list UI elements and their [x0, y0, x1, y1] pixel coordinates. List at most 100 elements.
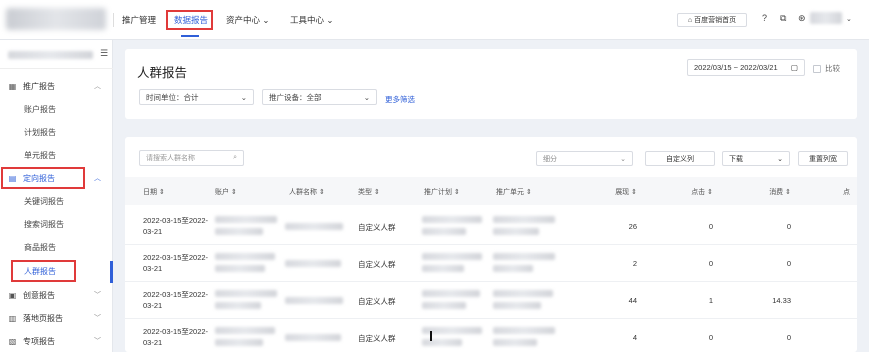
- chevron-down-icon: ﹀: [94, 338, 101, 345]
- cell-ad-group: [493, 265, 533, 272]
- column-resize-handle[interactable]: [430, 331, 432, 341]
- cell-account: [215, 253, 275, 260]
- sidebar-group-label: 推广报告: [23, 81, 55, 91]
- chevron-down-icon: ⌄: [620, 155, 626, 163]
- sidebar-item-account-report[interactable]: 账户报告: [24, 104, 56, 115]
- cell-ad-group: [493, 302, 541, 309]
- col-clicks[interactable]: 点击 ⇕: [687, 187, 713, 197]
- highlight-box: [1, 167, 85, 189]
- checkbox-icon: [813, 64, 821, 73]
- highlight-box: [166, 10, 213, 30]
- more-filters-link[interactable]: 更多筛选: [385, 94, 415, 105]
- nav-promotion-management[interactable]: 推广管理: [122, 14, 156, 26]
- search-input[interactable]: 请搜索人群名称 ⌕: [139, 150, 244, 166]
- col-ad-group[interactable]: 推广单元 ⇕: [496, 187, 532, 197]
- menu-collapse-icon[interactable]: ☰: [100, 48, 108, 59]
- cell-audience-name: [285, 297, 343, 304]
- sidebar-group-promotion-report[interactable]: ▦ 推广报告 ︿: [0, 78, 113, 94]
- cell-campaign: [422, 216, 482, 223]
- chevron-down-icon: ﹀: [94, 315, 101, 322]
- col-cost[interactable]: 消费 ⇕: [765, 187, 791, 197]
- cell-ad-group: [493, 327, 555, 334]
- search-placeholder: 请搜索人群名称: [146, 155, 195, 162]
- sidebar-item-unit-report[interactable]: 单元报告: [24, 150, 56, 161]
- nav-asset-center[interactable]: 资产中心 ⌄: [226, 14, 270, 26]
- active-indicator: [110, 261, 113, 283]
- select-value: 时间单位：合计: [146, 92, 199, 102]
- account-name: [8, 51, 93, 59]
- user-icon[interactable]: ⊛: [798, 13, 806, 24]
- time-unit-select[interactable]: 时间单位：合计 ⌄: [139, 89, 254, 105]
- cell-audience-name: [285, 260, 341, 267]
- cell-ad-group: [493, 216, 555, 223]
- cell-campaign: [422, 302, 466, 309]
- cell-campaign: [422, 339, 462, 346]
- col-campaign[interactable]: 推广计划 ⇕: [424, 187, 460, 197]
- sidebar-group-label: 落地页报告: [23, 313, 63, 323]
- special-icon: ▧: [8, 336, 17, 346]
- creative-icon: ▣: [8, 290, 17, 300]
- col-date[interactable]: 日期 ⇕: [143, 187, 165, 197]
- table-row[interactable]: 2022-03-15至2022- 03-21 自定义人群 44 1 14.33: [125, 282, 857, 319]
- col-impressions[interactable]: 展现 ⇕: [611, 187, 637, 197]
- help-icon[interactable]: ?: [762, 13, 767, 23]
- cell-cost: 14.33: [772, 296, 791, 305]
- cell-ad-group: [493, 253, 555, 260]
- sidebar-group-creative-report[interactable]: ▣ 创意报告 ﹀: [0, 287, 113, 303]
- sidebar-item-keyword-report[interactable]: 关键词报告: [24, 196, 64, 207]
- download-label: 下载: [729, 155, 743, 163]
- filter-panel: 人群报告 2022/03/15 ~ 2022/03/21 ▢ 比较 时间单位：合…: [125, 49, 857, 119]
- cell-campaign: [422, 290, 480, 297]
- select-value: 细分: [543, 155, 557, 163]
- sidebar-item-product-report[interactable]: 商品报告: [24, 242, 56, 253]
- sidebar: ☰ ▦ 推广报告 ︿ 账户报告 计划报告 单元报告 ▤ 定向报告 ︿ 关键词报告…: [0, 40, 113, 352]
- chevron-up-icon: ︿: [94, 175, 101, 182]
- table-row[interactable]: 2022-03-15至2022- 03-21 自定义人群 4 0 0: [125, 319, 857, 352]
- download-dropdown[interactable]: 下载 ⌄: [722, 151, 790, 166]
- device-select[interactable]: 推广设备：全部 ⌄: [262, 89, 377, 105]
- copy-icon[interactable]: ⧉: [780, 13, 786, 24]
- cell-audience-name: [285, 334, 341, 341]
- table-row[interactable]: 2022-03-15至2022- 03-21 自定义人群 26 0 0: [125, 208, 857, 245]
- cell-type: 自定义人群: [358, 260, 396, 269]
- cell-date: 2022-03-15至2022- 03-21: [143, 253, 209, 273]
- sidebar-group-label: 专项报告: [23, 336, 55, 346]
- cell-impressions: 2: [632, 259, 637, 268]
- home-button[interactable]: ⌂ 百度营销首页: [677, 13, 747, 27]
- sidebar-item-search-term-report[interactable]: 搜索词报告: [24, 219, 64, 230]
- cell-account: [215, 302, 261, 309]
- col-more[interactable]: 点: [843, 187, 850, 197]
- cell-clicks: 1: [708, 296, 713, 305]
- reset-column-width-button[interactable]: 重置列宽: [798, 151, 848, 166]
- cell-audience-name: [285, 223, 343, 230]
- sidebar-item-plan-report[interactable]: 计划报告: [24, 127, 56, 138]
- cell-ad-group: [493, 290, 553, 297]
- search-icon: ⌕: [233, 154, 237, 161]
- logo[interactable]: [6, 8, 106, 30]
- breakdown-select[interactable]: 细分 ⌄: [536, 151, 633, 166]
- cell-campaign: [422, 265, 464, 272]
- chevron-down-icon: ⌄: [240, 92, 247, 102]
- nav-tool-center[interactable]: 工具中心 ⌄: [290, 14, 334, 26]
- username[interactable]: [810, 12, 842, 24]
- cell-account: [215, 216, 277, 223]
- cell-cost: 0: [786, 259, 791, 268]
- cell-type: 自定义人群: [358, 334, 396, 343]
- table-row[interactable]: 2022-03-15至2022- 03-21 自定义人群 2 0 0: [125, 245, 857, 282]
- sidebar-group-landing-page-report[interactable]: ▥ 落地页报告 ﹀: [0, 310, 113, 326]
- cell-date: 2022-03-15至2022- 03-21: [143, 327, 209, 347]
- cell-impressions: 44: [628, 296, 637, 305]
- col-account[interactable]: 账户 ⇕: [215, 187, 237, 197]
- chevron-down-icon[interactable]: ⌄: [846, 15, 852, 23]
- col-type[interactable]: 类型 ⇕: [358, 187, 380, 197]
- date-range-picker[interactable]: 2022/03/15 ~ 2022/03/21 ▢: [687, 59, 805, 76]
- sidebar-group-special-report[interactable]: ▧ 专项报告 ﹀: [0, 333, 113, 349]
- cell-ad-group: [493, 339, 537, 346]
- cell-date: 2022-03-15至2022- 03-21: [143, 290, 209, 310]
- custom-column-button[interactable]: 自定义列: [645, 151, 715, 166]
- cell-account: [215, 339, 263, 346]
- col-audience-name[interactable]: 人群名称 ⇕: [289, 187, 325, 197]
- compare-checkbox[interactable]: 比较: [813, 63, 840, 74]
- landing-icon: ▥: [8, 313, 17, 323]
- compare-label: 比较: [825, 64, 840, 73]
